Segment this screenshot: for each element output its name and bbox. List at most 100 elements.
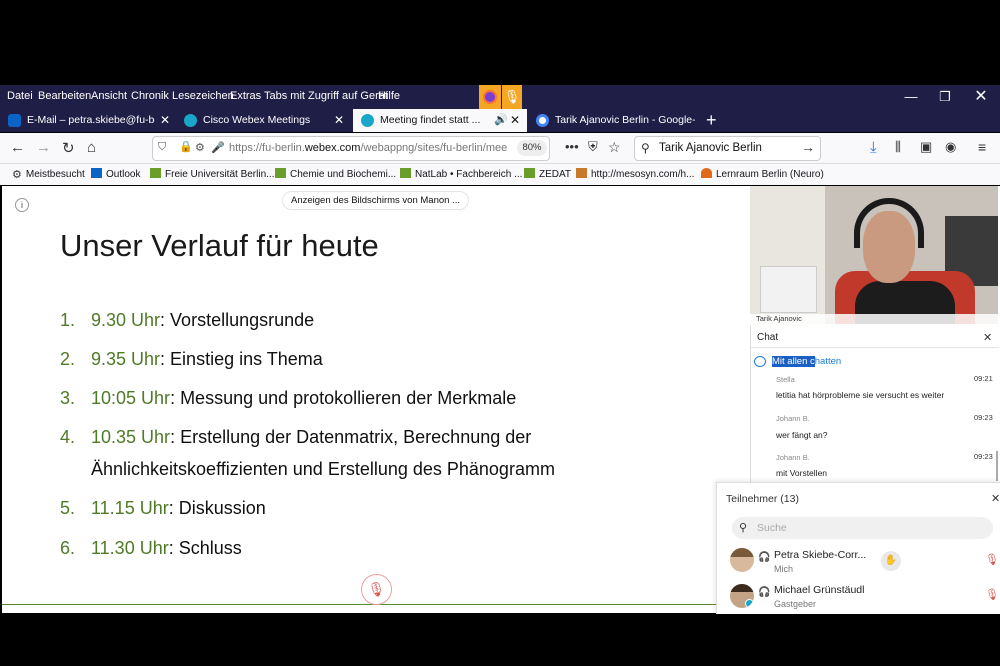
info-icon[interactable]: i bbox=[15, 198, 29, 212]
fu-logo-icon bbox=[524, 168, 535, 178]
account-icon[interactable]: ◉ bbox=[945, 139, 956, 155]
hamburger-menu-icon[interactable]: ≡ bbox=[978, 139, 986, 155]
menu-chronik[interactable]: Chronik bbox=[131, 90, 169, 102]
bookmark-fu-berlin[interactable]: Freie Universität Berlin... bbox=[150, 168, 274, 180]
bookmark-star-icon[interactable]: ☆ bbox=[608, 139, 621, 156]
menu-lesezeichen[interactable]: Lesezeichen bbox=[172, 90, 234, 102]
bookmark-zedat[interactable]: ZEDAT bbox=[524, 168, 571, 180]
avatar bbox=[730, 548, 754, 572]
url-text: https://fu-berlin.webex.com/webappng/sit… bbox=[229, 142, 508, 154]
close-window-icon[interactable]: ✕ bbox=[966, 87, 996, 107]
close-chat-icon[interactable]: ✕ bbox=[983, 331, 992, 344]
tab-google[interactable]: Tarik Ajanovic Berlin - Google-S bbox=[528, 109, 700, 132]
permissions-icon[interactable]: ⚙ bbox=[195, 141, 205, 154]
forward-icon[interactable]: → bbox=[36, 139, 51, 156]
menu-extras[interactable]: Extras bbox=[230, 90, 261, 102]
search-box[interactable]: ⚲ Tarik Ajanovic Berlin → bbox=[634, 136, 821, 161]
navigation-bar: ← → ↻ ⌂ ⛉ 🔒 ⚙ 🎤 https://fu-berlin.webex.… bbox=[0, 133, 1000, 164]
bookmark-chemie[interactable]: Chemie und Biochemi... bbox=[275, 168, 396, 180]
tab-meeting[interactable]: Meeting findet statt ... 🔊 ✕ bbox=[353, 109, 527, 132]
item-text: : Schluss bbox=[168, 538, 242, 558]
share-banner[interactable]: Anzeigen des Bildschirms von Manon ... bbox=[282, 191, 469, 210]
bookmark-lernraum[interactable]: Lernraum Berlin (Neuro) bbox=[701, 168, 824, 180]
headset-status-icon: 🎧 bbox=[758, 552, 771, 563]
headset-status-icon: 🎧 bbox=[758, 587, 771, 598]
reload-icon[interactable]: ↻ bbox=[62, 139, 75, 157]
bookmark-mesosyn[interactable]: http://mesosyn.com/h... bbox=[576, 168, 694, 180]
bookmark-label: Lernraum Berlin (Neuro) bbox=[716, 169, 824, 180]
bookmark-label: ZEDAT bbox=[539, 169, 572, 180]
menu-datei[interactable]: Datei bbox=[7, 90, 33, 102]
tab-webex[interactable]: Cisco Webex Meetings ✕ bbox=[176, 109, 353, 132]
divider bbox=[751, 347, 999, 348]
search-icon: ⚲ bbox=[641, 141, 650, 155]
participant-role: Mich bbox=[774, 564, 794, 574]
chat-recipient-link[interactable]: Mit allen chatten bbox=[772, 356, 841, 367]
webex-icon bbox=[361, 114, 374, 127]
close-tab-icon[interactable]: ✕ bbox=[334, 113, 344, 127]
raise-hand-icon[interactable]: ✋ bbox=[881, 551, 901, 571]
firefox-indicator bbox=[479, 85, 501, 109]
muted-microphone-icon[interactable]: 🎙 bbox=[985, 553, 999, 566]
item-time: 9.30 Uhr bbox=[91, 310, 161, 330]
item-time: 10:05 Uhr bbox=[91, 388, 171, 408]
menu-tabs-geraet[interactable]: Tabs mit Zugriff auf Gerät bbox=[264, 90, 388, 102]
muted-microphone-icon[interactable]: 🎙 bbox=[985, 588, 999, 601]
bookmark-outlook[interactable]: Outlook bbox=[91, 168, 140, 180]
outlook-icon bbox=[91, 168, 102, 178]
search-placeholder: Suche bbox=[757, 522, 787, 534]
item-text: : Einstieg ins Thema bbox=[160, 349, 323, 369]
search-input[interactable]: Tarik Ajanovic Berlin bbox=[659, 142, 762, 154]
speaker-icon[interactable]: 🔊 bbox=[494, 113, 508, 126]
chat-bubble-icon bbox=[754, 356, 766, 367]
home-icon[interactable]: ⌂ bbox=[87, 139, 96, 156]
tab-email[interactable]: E-Mail – petra.skiebe@fu-berlin ✕ bbox=[0, 109, 175, 132]
bookmark-label: NatLab • Fachbereich ... bbox=[415, 169, 523, 180]
menu-hilfe[interactable]: Hilfe bbox=[378, 90, 400, 102]
chat-scrollbar[interactable] bbox=[996, 451, 998, 481]
pocket-icon[interactable]: ⛨ bbox=[588, 139, 598, 155]
chat-sender: Johann B. bbox=[776, 414, 810, 423]
menu-bar: Datei Bearbeiten Ansicht Chronik Lesezei… bbox=[0, 85, 1000, 109]
menu-bearbeiten[interactable]: Bearbeiten bbox=[38, 90, 91, 102]
participants-title: Teilnehmer (13) bbox=[726, 493, 799, 505]
participants-panel: Teilnehmer (13) ✕ ⚲ Suche 🎧 Petra Skiebe… bbox=[716, 482, 1000, 614]
google-icon bbox=[536, 114, 549, 127]
muted-microphone-icon[interactable]: 🎙 bbox=[361, 574, 392, 605]
chat-time: 09:21 bbox=[974, 374, 993, 383]
video-tile[interactable]: Tarik Ajanovic bbox=[750, 186, 998, 324]
close-tab-icon[interactable]: ✕ bbox=[160, 113, 170, 127]
chat-sender: Johann B. bbox=[776, 453, 810, 462]
item-text: Ähnlichkeitskoeffizienten und Erstellung… bbox=[91, 459, 555, 479]
participants-search[interactable]: ⚲ Suche bbox=[732, 517, 993, 539]
participant-name: Petra Skiebe-Corr... bbox=[774, 549, 867, 561]
item-text: : Erstellung der Datenmatrix, Berechnung… bbox=[170, 427, 532, 447]
download-icon[interactable]: ⤓ bbox=[870, 139, 877, 156]
item-number: 3. bbox=[60, 388, 76, 408]
shield-icon[interactable]: ⛉ bbox=[158, 141, 166, 154]
lock-icon[interactable]: 🔒 bbox=[179, 140, 193, 153]
zoom-level[interactable]: 80% bbox=[517, 140, 547, 156]
new-tab-icon[interactable]: + bbox=[706, 110, 717, 131]
url-bar[interactable]: ⛉ 🔒 ⚙ 🎤 https://fu-berlin.webex.com/weba… bbox=[152, 136, 550, 161]
close-tab-icon[interactable]: ✕ bbox=[510, 113, 520, 127]
recipient-text: hatten bbox=[814, 356, 842, 367]
more-actions-icon[interactable]: ••• bbox=[565, 139, 579, 154]
sidebar-icon[interactable]: ▣ bbox=[920, 139, 932, 155]
bookmark-label: Outlook bbox=[106, 169, 141, 180]
item-number: 2. bbox=[60, 349, 76, 369]
gear-icon: ⚙ bbox=[12, 169, 22, 181]
menu-ansicht[interactable]: Ansicht bbox=[91, 90, 127, 102]
library-icon[interactable]: ⫼ bbox=[895, 139, 901, 155]
microphone-icon[interactable]: 🎤 bbox=[211, 141, 225, 154]
back-icon[interactable]: ← bbox=[10, 139, 25, 156]
radiator bbox=[760, 266, 817, 313]
close-participants-icon[interactable]: ✕ bbox=[991, 492, 1000, 505]
minimize-icon[interactable]: — bbox=[896, 87, 926, 107]
microphone-sharing-icon: 🎙 bbox=[502, 85, 522, 109]
moodle-icon bbox=[701, 168, 712, 178]
restore-icon[interactable]: ❐ bbox=[930, 87, 960, 107]
bookmark-meistbesucht[interactable]: ⚙ Meistbesucht bbox=[12, 168, 85, 181]
search-go-icon[interactable]: → bbox=[801, 139, 815, 155]
bookmark-natlab[interactable]: NatLab • Fachbereich ... bbox=[400, 168, 522, 180]
